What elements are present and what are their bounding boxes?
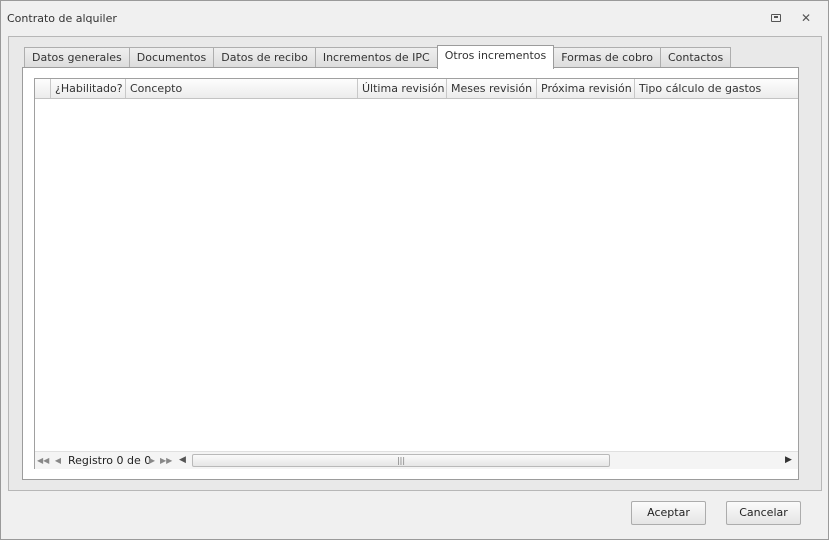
record-counter: Registro 0 de 0 bbox=[68, 454, 152, 467]
grid-header: ¿Habilitado? Concepto Última revisión Me… bbox=[35, 79, 798, 99]
tab-datos-de-recibo[interactable]: Datos de recibo bbox=[213, 47, 316, 68]
first-record-icon[interactable]: ◀◀ bbox=[37, 454, 49, 467]
window-title: Contrato de alquiler bbox=[7, 12, 117, 25]
tab-datos-generales[interactable]: Datos generales bbox=[24, 47, 130, 68]
dialog-window: Contrato de alquiler ✕ Datos generales D… bbox=[0, 0, 829, 540]
scroll-left-icon[interactable]: ◀ bbox=[179, 454, 186, 467]
dialog-body: Datos generales Documentos Datos de reci… bbox=[8, 36, 822, 491]
cancel-button[interactable]: Cancelar bbox=[726, 501, 801, 525]
column-header-proxima-revision[interactable]: Próxima revisión bbox=[537, 79, 635, 98]
column-header-habilitado[interactable]: ¿Habilitado? bbox=[51, 79, 126, 98]
tab-strip: Datos generales Documentos Datos de reci… bbox=[24, 45, 732, 69]
tab-formas-de-cobro[interactable]: Formas de cobro bbox=[553, 47, 661, 68]
column-header-meses-revision[interactable]: Meses revisión bbox=[447, 79, 537, 98]
restore-icon bbox=[771, 14, 781, 22]
column-header-concepto[interactable]: Concepto bbox=[126, 79, 358, 98]
tab-page-otros-incrementos: ¿Habilitado? Concepto Última revisión Me… bbox=[22, 67, 799, 480]
last-record-icon[interactable]: ▶▶ bbox=[160, 454, 172, 467]
title-bar: Contrato de alquiler ✕ bbox=[1, 1, 828, 35]
row-indicator-header bbox=[35, 79, 51, 98]
tab-incrementos-ipc[interactable]: Incrementos de IPC bbox=[314, 47, 438, 68]
previous-record-icon[interactable]: ◀ bbox=[52, 454, 64, 467]
horizontal-scroll-thumb[interactable]: ||| bbox=[192, 454, 610, 467]
column-header-ultima-revision[interactable]: Última revisión bbox=[358, 79, 447, 98]
scroll-right-icon[interactable]: ▶ bbox=[785, 454, 792, 467]
increments-grid[interactable]: ¿Habilitado? Concepto Última revisión Me… bbox=[34, 78, 799, 469]
next-record-icon[interactable]: ▶ bbox=[146, 454, 158, 467]
close-icon: ✕ bbox=[800, 11, 812, 25]
tab-otros-incrementos[interactable]: Otros incrementos bbox=[436, 45, 555, 69]
grid-navigator: ◀◀ ◀ Registro 0 de 0 ▶ ▶▶ ◀ ||| ▶ bbox=[35, 451, 798, 469]
restore-button[interactable] bbox=[768, 10, 784, 26]
tab-contactos[interactable]: Contactos bbox=[659, 47, 732, 68]
column-header-tipo-calculo-gastos[interactable]: Tipo cálculo de gastos bbox=[635, 79, 798, 98]
accept-button[interactable]: Aceptar bbox=[631, 501, 706, 525]
close-button[interactable]: ✕ bbox=[798, 10, 814, 26]
grip-icon: ||| bbox=[396, 456, 406, 465]
tab-documentos[interactable]: Documentos bbox=[128, 47, 215, 68]
